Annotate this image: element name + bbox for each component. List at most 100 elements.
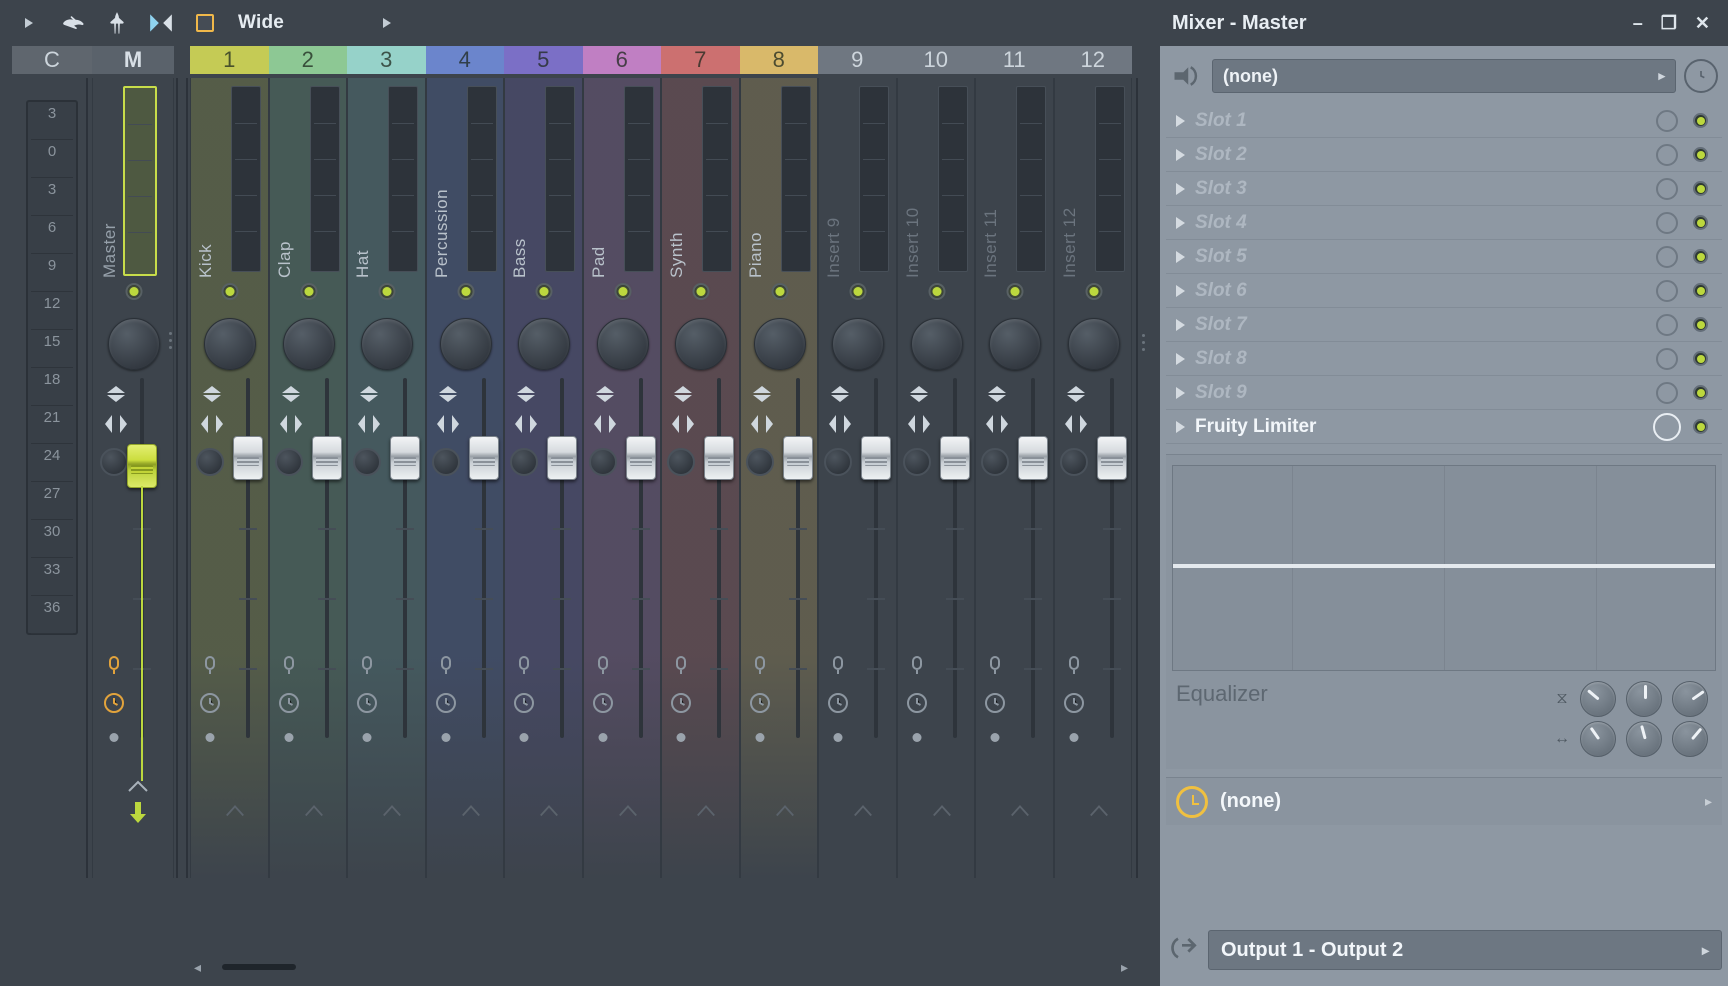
automation-clock-icon[interactable] [1062, 691, 1086, 715]
record-arm-dot[interactable] [284, 733, 293, 742]
stereo-separation-control[interactable] [358, 386, 380, 402]
clock-icon[interactable] [1684, 59, 1718, 93]
track-enable-led[interactable] [126, 283, 143, 300]
stereo-separation-control[interactable] [594, 386, 616, 402]
volume-fader-track[interactable] [246, 378, 250, 738]
send-level-knob[interactable] [353, 448, 381, 476]
send-arrow-icon[interactable] [774, 803, 796, 817]
automation-clock-icon[interactable] [512, 691, 536, 715]
send-level-knob[interactable] [667, 448, 695, 476]
view-mode-label[interactable]: Wide [238, 12, 284, 34]
slot-mix-knob[interactable] [1656, 178, 1678, 200]
eq-high-freq-knob[interactable] [1672, 721, 1708, 757]
effect-slot[interactable]: Slot 9 [1166, 376, 1722, 410]
volume-fader-track[interactable] [325, 378, 329, 738]
volume-fader-handle[interactable] [390, 436, 420, 480]
volume-fader-track[interactable] [560, 378, 564, 738]
volume-fader-track[interactable] [796, 378, 800, 738]
send-arrow-icon[interactable] [381, 803, 403, 817]
track-name-label[interactable]: Insert 10 [903, 138, 925, 278]
volume-fader-handle[interactable] [861, 436, 891, 480]
eq-mid-freq-knob[interactable] [1626, 721, 1662, 757]
track-enable-led[interactable] [379, 283, 396, 300]
pan-knob[interactable] [283, 318, 335, 370]
scroll-left-arrow-icon[interactable]: ◂ [194, 959, 201, 976]
track-name-label[interactable]: Kick [196, 138, 218, 278]
pin-tool-icon[interactable] [104, 10, 130, 36]
slot-enable-led[interactable] [1693, 283, 1708, 298]
stereo-separation-control[interactable] [1065, 386, 1087, 402]
volume-fader-handle[interactable] [547, 436, 577, 480]
mute-icon[interactable] [102, 653, 126, 677]
play-arrow-icon[interactable] [16, 10, 42, 36]
record-arm-dot[interactable] [834, 733, 843, 742]
stereo-swap-control[interactable] [672, 416, 694, 432]
slot-mix-knob[interactable] [1656, 314, 1678, 336]
send-level-knob[interactable] [746, 448, 774, 476]
automation-clock-icon[interactable] [748, 691, 772, 715]
slot-expand-icon[interactable] [1176, 183, 1185, 195]
mute-icon[interactable] [1062, 653, 1086, 677]
mixer-horizontal-scrollbar[interactable]: ◂ ▸ [188, 954, 1134, 980]
record-arm-dot[interactable] [441, 733, 450, 742]
volume-fader-handle[interactable] [233, 436, 263, 480]
track-enable-led[interactable] [771, 283, 788, 300]
send-arrow-icon[interactable] [1088, 803, 1110, 817]
send-level-knob[interactable] [275, 448, 303, 476]
automation-clock-icon[interactable] [983, 691, 1007, 715]
effect-slot[interactable]: Slot 4 [1166, 206, 1722, 240]
slot-expand-icon[interactable] [1176, 353, 1185, 365]
effect-slot[interactable]: Slot 7 [1166, 308, 1722, 342]
mixer-track-strip[interactable]: Insert 11 [975, 78, 1054, 878]
mute-icon[interactable] [591, 653, 615, 677]
output-chevron-icon[interactable]: ▸ [1702, 942, 1709, 959]
slot-mix-knob[interactable] [1653, 413, 1681, 441]
close-button[interactable]: ✕ [1695, 14, 1710, 32]
mute-icon[interactable] [669, 653, 693, 677]
mute-icon[interactable] [434, 653, 458, 677]
track-name-label[interactable]: Clap [275, 138, 297, 278]
send-arrow-icon[interactable] [931, 803, 953, 817]
slot-expand-icon[interactable] [1176, 251, 1185, 263]
effect-slot[interactable]: Slot 5 [1166, 240, 1722, 274]
pan-knob[interactable] [675, 318, 727, 370]
stereo-swap-control[interactable] [751, 416, 773, 432]
pan-knob[interactable] [597, 318, 649, 370]
master-scroll-up-icon[interactable] [126, 778, 150, 794]
channel-number-header[interactable]: 6 [583, 46, 662, 74]
track-enable-led[interactable] [693, 283, 710, 300]
record-arm-dot[interactable] [598, 733, 607, 742]
slot-mix-knob[interactable] [1656, 348, 1678, 370]
channel-number-header[interactable]: 1 [190, 46, 269, 74]
effect-slot[interactable]: Slot 2 [1166, 138, 1722, 172]
record-arm-dot[interactable] [912, 733, 921, 742]
slot-expand-icon[interactable] [1176, 387, 1185, 399]
stereo-swap-control[interactable] [829, 416, 851, 432]
stereo-swap-control[interactable] [515, 416, 537, 432]
slot-mix-knob[interactable] [1656, 382, 1678, 404]
channel-number-header[interactable]: 10 [897, 46, 976, 74]
send-level-knob[interactable] [196, 448, 224, 476]
send-level-knob[interactable] [100, 448, 128, 476]
slot-enable-led[interactable] [1693, 249, 1708, 264]
volume-fader-handle[interactable] [783, 436, 813, 480]
effect-slot[interactable]: Slot 1 [1166, 104, 1722, 138]
stereo-separation-control[interactable] [437, 386, 459, 402]
track-name-label[interactable]: Insert 11 [981, 138, 1003, 278]
track-enable-led[interactable] [1085, 283, 1102, 300]
square-toggle-icon[interactable] [192, 10, 218, 36]
volume-fader-track[interactable] [874, 378, 878, 738]
master-output-down-icon[interactable] [126, 800, 150, 824]
slot-enable-led[interactable] [1693, 215, 1708, 230]
slot-mix-knob[interactable] [1656, 144, 1678, 166]
send-level-knob[interactable] [1060, 448, 1088, 476]
pan-knob[interactable] [361, 318, 413, 370]
volume-fader-handle[interactable] [940, 436, 970, 480]
automation-clock-icon[interactable] [198, 691, 222, 715]
channel-number-header[interactable]: 5 [504, 46, 583, 74]
send-level-knob[interactable] [589, 448, 617, 476]
mixer-resize-grip[interactable] [1142, 330, 1146, 370]
channel-number-header[interactable]: 2 [269, 46, 348, 74]
track-name-label[interactable]: Hat [353, 138, 375, 278]
slot-mix-knob[interactable] [1656, 280, 1678, 302]
